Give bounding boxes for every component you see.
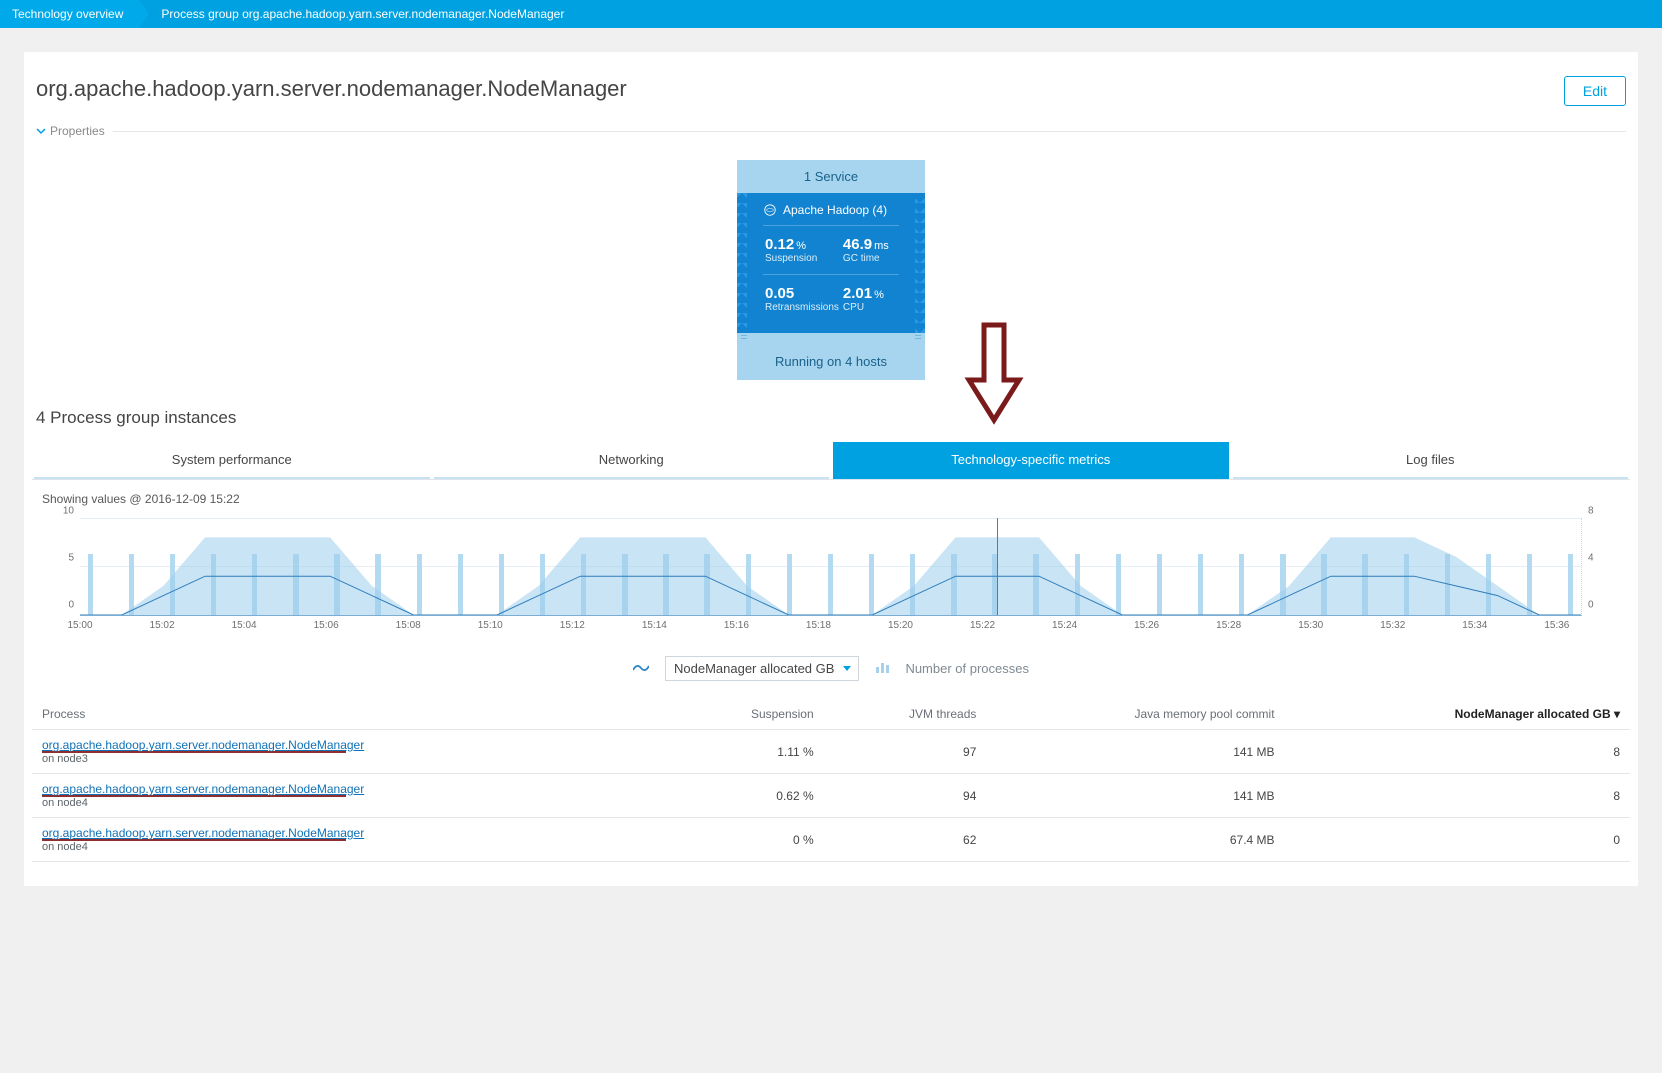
metric-dropdown[interactable]: NodeManager allocated GB	[665, 656, 859, 681]
cell: 141 MB	[986, 774, 1284, 818]
x-axis: 15:0015:0215:0415:0615:0815:1015:1215:14…	[80, 620, 1582, 638]
col-header[interactable]: JVM threads	[824, 699, 987, 730]
tab-technology-specific-metrics[interactable]: Technology-specific metrics	[833, 442, 1229, 479]
process-host: on node4	[42, 841, 660, 853]
tile-header-text: Apache Hadoop (4)	[783, 203, 887, 217]
table-row: org.apache.hadoop.yarn.server.nodemanage…	[32, 774, 1630, 818]
process-link[interactable]: org.apache.hadoop.yarn.server.nodemanage…	[42, 782, 364, 796]
chart-plot[interactable]	[80, 518, 1582, 616]
zigzag-icon	[737, 193, 747, 333]
cell: 67.4 MB	[986, 818, 1284, 862]
cell: 62	[824, 818, 987, 862]
page-card: org.apache.hadoop.yarn.server.nodemanage…	[24, 52, 1638, 886]
tab-system-performance[interactable]: System performance	[34, 442, 430, 479]
cell: 97	[824, 730, 987, 774]
chart-timestamp: Showing values @ 2016-12-09 15:22	[32, 480, 1630, 510]
tab-log-files[interactable]: Log files	[1233, 442, 1629, 479]
cell: 141 MB	[986, 730, 1284, 774]
wave-icon	[633, 661, 649, 676]
table-row: org.apache.hadoop.yarn.server.nodemanage…	[32, 730, 1630, 774]
legend-secondary: Number of processes	[905, 661, 1029, 676]
properties-toggle[interactable]: Properties	[32, 124, 1630, 152]
zigzag-icon	[915, 193, 925, 333]
tile-hosts[interactable]: Running on 4 hosts	[737, 343, 925, 380]
cell: 1.11 %	[670, 730, 824, 774]
tile-main[interactable]: Apache Hadoop (4) 0.12%Suspension46.9msG…	[737, 193, 925, 333]
process-host: on node3	[42, 753, 660, 765]
metric-cell: 46.9msGC time	[841, 226, 899, 274]
col-header[interactable]: Java memory pool commit	[986, 699, 1284, 730]
process-table: ProcessSuspensionJVM threadsJava memory …	[32, 699, 1630, 862]
tile-services[interactable]: 1 Service	[737, 160, 925, 193]
chevron-down-icon	[36, 126, 46, 136]
metric-cell: 0.12%Suspension	[763, 226, 841, 274]
metric-cell: 0.05Retransmissions	[763, 275, 841, 323]
drag-handle	[737, 333, 925, 343]
process-link[interactable]: org.apache.hadoop.yarn.server.nodemanage…	[42, 826, 364, 840]
properties-label: Properties	[50, 124, 105, 138]
breadcrumb: Technology overview Process group org.ap…	[0, 0, 1662, 28]
chart-cursor	[997, 518, 998, 615]
cell: 94	[824, 774, 987, 818]
cell: 0.62 %	[670, 774, 824, 818]
cell: 0 %	[670, 818, 824, 862]
chart-legend: NodeManager allocated GB Number of proce…	[32, 642, 1630, 699]
y-axis-right: 048	[1584, 518, 1604, 638]
breadcrumb-current: Process group org.apache.hadoop.yarn.ser…	[139, 0, 580, 28]
annotation-arrow-icon	[959, 320, 1029, 430]
process-group-tile: 1 Service Apache Hadoop (4) 0.12%Suspens…	[737, 160, 925, 380]
breadcrumb-parent[interactable]: Technology overview	[0, 0, 139, 28]
cell: 8	[1285, 774, 1630, 818]
process-host: on node4	[42, 797, 660, 809]
metric-cell: 2.01%CPU	[841, 275, 899, 323]
page-title: org.apache.hadoop.yarn.server.nodemanage…	[36, 76, 627, 102]
cell: 8	[1285, 730, 1630, 774]
divider	[113, 131, 1626, 132]
chart[interactable]: 0510 048 15:0015:0215:0415:0615:0815:101…	[32, 510, 1630, 642]
col-header[interactable]: Suspension	[670, 699, 824, 730]
process-link[interactable]: org.apache.hadoop.yarn.server.nodemanage…	[42, 738, 364, 752]
cell: 0	[1285, 818, 1630, 862]
tabs: System performanceNetworkingTechnology-s…	[32, 442, 1630, 480]
table-row: org.apache.hadoop.yarn.server.nodemanage…	[32, 818, 1630, 862]
col-header[interactable]: NodeManager allocated GB ▾	[1285, 699, 1630, 730]
bars-icon	[875, 661, 889, 676]
tab-networking[interactable]: Networking	[434, 442, 830, 479]
col-header[interactable]: Process	[32, 699, 670, 730]
instances-title: 4 Process group instances	[32, 408, 1630, 436]
hadoop-icon	[763, 203, 777, 217]
edit-button[interactable]: Edit	[1564, 76, 1626, 106]
